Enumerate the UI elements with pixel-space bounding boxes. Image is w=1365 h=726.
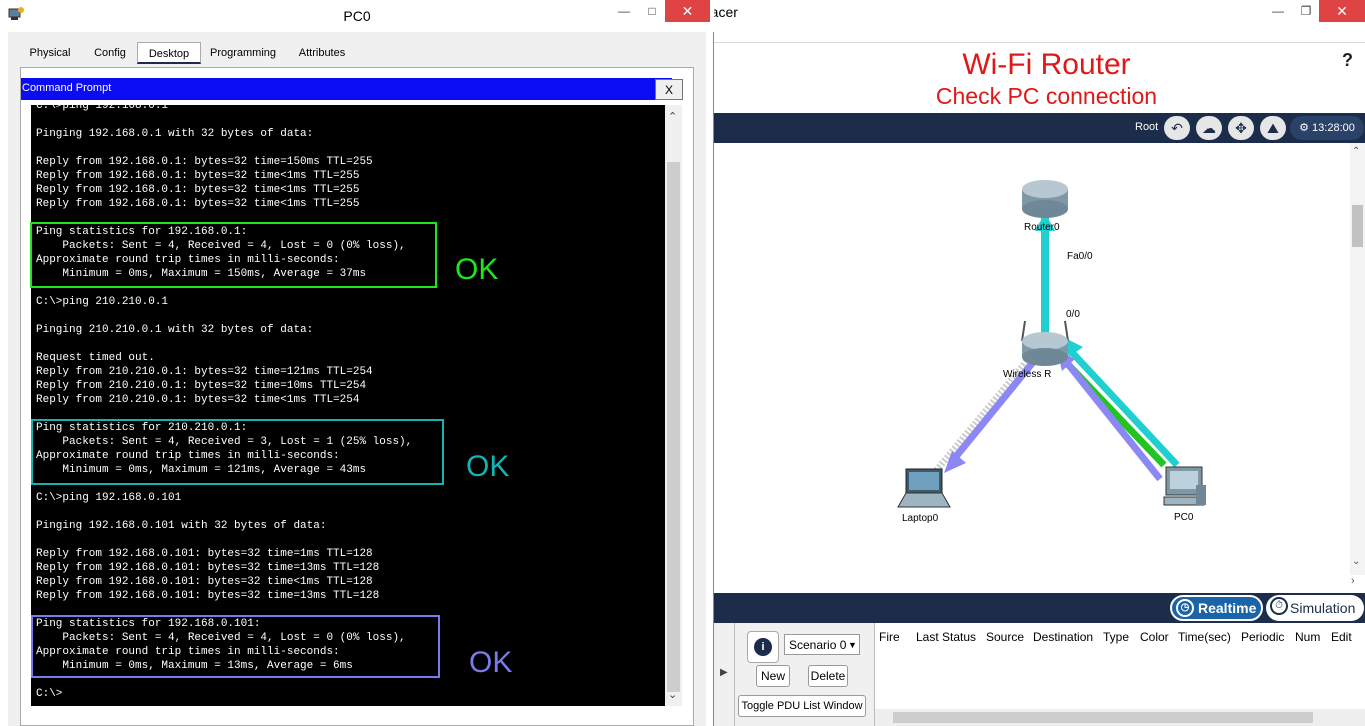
topology-svg xyxy=(897,180,1206,508)
simulation-label: Simulation xyxy=(1290,600,1356,616)
scroll-right-icon[interactable]: › xyxy=(1351,575,1355,587)
scenario-select[interactable]: Scenario 0 ▼ xyxy=(784,634,860,655)
pdu-scroll-thumb[interactable] xyxy=(893,712,1313,723)
pc-icon[interactable] xyxy=(1163,466,1206,506)
router0-label: Router0 xyxy=(1024,222,1060,233)
mode-bar: ◷ Realtime ⏱ Simulation xyxy=(714,593,1365,623)
terminal-text: C:\>ping 192.168.0.1 Pinging 192.168.0.1… xyxy=(36,105,413,700)
port-label-00: 0/0 xyxy=(1066,309,1080,320)
pc0-close-button[interactable]: ✕ xyxy=(665,0,710,22)
expand-arrow-icon[interactable]: ▶ xyxy=(720,667,728,678)
info-button[interactable]: i xyxy=(747,631,779,663)
col-destination: Destination xyxy=(1033,630,1094,644)
minimize-icon[interactable]: — xyxy=(610,0,638,22)
pc0-window-title: PC0 xyxy=(343,8,371,24)
col-fire: Fire xyxy=(879,630,900,644)
col-periodic: Periodic xyxy=(1241,630,1285,644)
col-type: Type xyxy=(1103,630,1130,644)
realtime-label: Realtime xyxy=(1198,600,1257,616)
scroll-down-icon[interactable]: ⌄ xyxy=(1352,556,1360,567)
new-button[interactable]: New xyxy=(756,665,790,687)
tab-config[interactable]: Config xyxy=(84,42,136,64)
command-prompt-close-button[interactable]: X xyxy=(655,79,683,100)
stopwatch-icon: ⏱ xyxy=(1270,597,1288,615)
laptop-icon[interactable] xyxy=(897,468,951,508)
realtime-button[interactable]: ◷ Realtime xyxy=(1170,595,1263,621)
command-prompt-title-bar: Command Prompt xyxy=(21,78,672,100)
clock-display: ⚙ 13:28:00 xyxy=(1290,116,1364,140)
move-icon[interactable]: ✥ xyxy=(1228,116,1254,140)
pc-label: PC0 xyxy=(1174,512,1194,523)
restore-icon[interactable]: □ xyxy=(638,0,666,22)
col-last-status: Last Status xyxy=(916,630,977,644)
cloud-icon[interactable]: ☁ xyxy=(1196,116,1222,140)
clock-icon: ◷ xyxy=(1176,599,1194,617)
clock-time: 13:28:00 xyxy=(1312,122,1355,134)
highlight-box-2 xyxy=(31,419,444,485)
scroll-up-icon[interactable]: ⌃ xyxy=(1352,146,1360,157)
col-time: Time(sec) xyxy=(1178,630,1231,644)
col-color: Color xyxy=(1140,630,1169,644)
tab-physical[interactable]: Physical xyxy=(20,42,80,64)
port-label-fa: Fa0/0 xyxy=(1067,251,1093,262)
help-icon[interactable]: ? xyxy=(1342,50,1353,71)
canvas-scroll-thumb[interactable] xyxy=(1352,205,1363,247)
pc-link-purple xyxy=(1061,356,1163,482)
command-prompt-title: Command Prompt xyxy=(22,82,112,94)
highlight-box-1 xyxy=(30,222,437,288)
topology-canvas[interactable]: Router0 Fa0/0 0/0 Wireless R Laptop0 PC0 xyxy=(714,143,1350,575)
col-num: Num xyxy=(1295,630,1321,644)
highlight-box-3 xyxy=(31,615,440,678)
canvas-horizontal-scrollbar[interactable]: › xyxy=(714,575,1365,593)
chevron-down-icon: ▼ xyxy=(848,640,857,650)
toggle-pdu-list-button[interactable]: Toggle PDU List Window xyxy=(738,695,866,717)
tab-attributes[interactable]: Attributes xyxy=(288,42,356,64)
tab-desktop[interactable]: Desktop xyxy=(137,42,201,64)
ok-annotation-2: OK xyxy=(466,450,510,483)
pc0-title-bar: PC0 — □ ✕ xyxy=(0,0,714,32)
workspace-toolbar: Root ↶ ☁ ✥ ⛰ ⚙ 13:28:00 xyxy=(714,113,1365,143)
pdu-collapse-strip[interactable]: ▶ xyxy=(714,623,735,726)
scroll-down-icon[interactable]: ⌄ xyxy=(668,688,677,701)
scenario-value: Scenario 0 xyxy=(789,638,847,652)
globe-icon: ⚙ xyxy=(1299,122,1313,134)
pdu-table: Fire Last Status Source Destination Type… xyxy=(874,623,1365,726)
col-source: Source xyxy=(986,630,1025,644)
laptop-label: Laptop0 xyxy=(902,513,939,524)
back-icon[interactable]: ↶ xyxy=(1164,116,1190,140)
pdu-panel: ▶ i Scenario 0 ▼ New Delete Toggle PDU L… xyxy=(714,623,1365,726)
pc-link-cyan xyxy=(1064,344,1180,468)
col-edit: Edit xyxy=(1331,630,1352,644)
ok-annotation-3: OK xyxy=(469,646,513,679)
restore-icon[interactable]: ❐ xyxy=(1292,0,1320,22)
pt-title-bar: racer — ❐ ✕ xyxy=(706,0,1365,26)
pdu-horizontal-scrollbar[interactable] xyxy=(875,709,1365,726)
simulation-button[interactable]: ⏱ Simulation xyxy=(1266,595,1364,621)
minimize-icon[interactable]: — xyxy=(1264,0,1292,22)
delete-button[interactable]: Delete xyxy=(808,665,848,687)
info-icon: i xyxy=(754,638,772,656)
ok-annotation-1: OK xyxy=(455,253,499,286)
packet-tracer-window: racer — ❐ ✕ Wi-Fi Router Check PC connec… xyxy=(706,0,1365,726)
router0-icon[interactable] xyxy=(1022,180,1068,218)
page-subtitle: Check PC connection xyxy=(935,83,1158,109)
wireless-router-label: Wireless R xyxy=(1003,369,1052,380)
root-label[interactable]: Root xyxy=(1135,121,1158,133)
pt-close-button[interactable]: ✕ xyxy=(1319,0,1365,22)
scroll-up-icon[interactable]: ⌃ xyxy=(668,110,677,123)
image-icon[interactable]: ⛰ xyxy=(1260,116,1286,140)
tab-programming[interactable]: Programming xyxy=(205,42,281,64)
page-title: Wi-Fi Router xyxy=(962,48,1131,81)
terminal-scroll-thumb[interactable] xyxy=(667,162,680,692)
